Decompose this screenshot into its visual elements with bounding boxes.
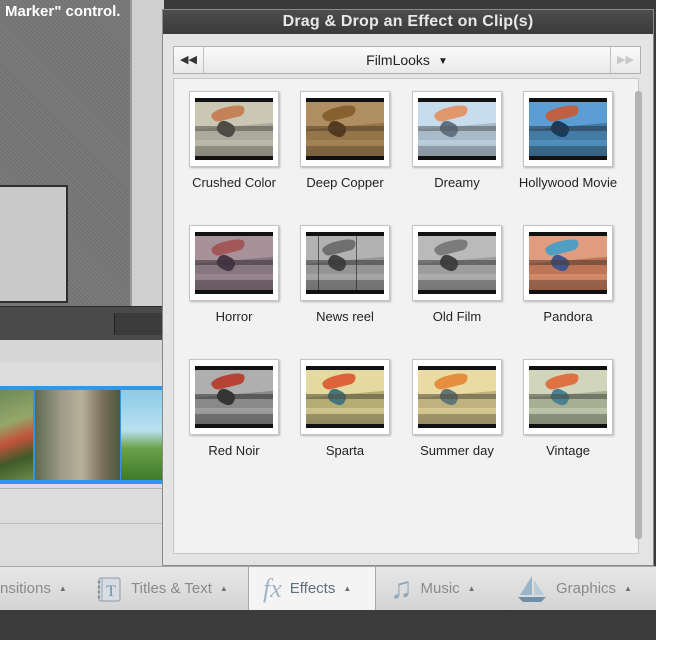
tab-effects-label: Effects [289, 580, 336, 597]
timeline-empty-track [0, 488, 164, 566]
tab-music-label: Music [420, 580, 460, 597]
timeline-track [0, 362, 164, 488]
hang-glider-preview [195, 366, 273, 428]
clip-frame [0, 390, 33, 480]
effect-thumbnail[interactable] [189, 225, 279, 301]
app-window: Marker" control. Drag & Drop an Effect o… [0, 0, 656, 640]
effect-tile[interactable]: Red Noir [178, 359, 290, 458]
tab-titles-text[interactable]: T Titles & Text ▲ [95, 567, 228, 611]
effect-thumbnail[interactable] [412, 225, 502, 301]
hang-glider-preview [306, 98, 384, 160]
clip-frame [121, 390, 164, 480]
effects-panel: Drag & Drop an Effect on Clip(s) ◀◀ Film… [162, 9, 654, 566]
svg-text:T: T [106, 583, 116, 600]
vertical-scrollbar[interactable] [635, 91, 642, 539]
nav-forward-button[interactable]: ▶▶ [610, 47, 640, 73]
category-label: FilmLooks [366, 52, 430, 68]
effect-label: Crushed Color [192, 175, 276, 190]
effect-tile[interactable]: Horror [178, 225, 290, 324]
bottom-tab-bar: nsitions ▲ T Titles & Text ▲ fx Effects ▲ ♫ M… [0, 566, 656, 611]
effect-tile[interactable]: Old Film [401, 225, 513, 324]
double-left-arrow-icon: ◀◀ [180, 54, 197, 66]
sailboat-icon [516, 574, 548, 604]
nav-back-button[interactable]: ◀◀ [174, 47, 204, 73]
tab-transitions[interactable]: nsitions ▲ [0, 567, 67, 611]
effect-thumbnail[interactable] [300, 91, 390, 167]
caret-down-icon: ▼ [437, 56, 448, 67]
fx-icon: fx [263, 574, 282, 604]
effect-tile[interactable]: Pandora [512, 225, 624, 324]
hang-glider-preview [306, 232, 384, 294]
effect-thumbnail[interactable] [523, 359, 613, 435]
monitor-panel: Marker" control. [0, 0, 132, 306]
clip-frame [35, 390, 120, 480]
effect-tile[interactable]: Dreamy [401, 91, 513, 190]
hang-glider-preview [306, 366, 384, 428]
caret-up-icon: ▲ [624, 584, 632, 593]
effect-label: Pandora [543, 309, 593, 324]
tab-transitions-label: nsitions [0, 580, 51, 597]
tab-graphics[interactable]: Graphics ▲ [516, 567, 632, 611]
timeline-clip[interactable] [0, 386, 164, 484]
effect-thumbnail[interactable] [412, 91, 502, 167]
panel-title: Drag & Drop an Effect on Clip(s) [163, 10, 653, 34]
tab-music[interactable]: ♫ Music ▲ [390, 567, 476, 611]
timeline-ruler [0, 340, 164, 362]
hang-glider-preview [418, 232, 496, 294]
effect-tile[interactable]: Crushed Color [178, 91, 290, 190]
hang-glider-preview [418, 366, 496, 428]
category-nav-bar: ◀◀ FilmLooks ▼ ▶▶ [173, 46, 641, 74]
effect-thumbnail[interactable] [523, 225, 613, 301]
effect-thumbnail[interactable] [412, 359, 502, 435]
tab-effects[interactable]: fx Effects ▲ [248, 567, 376, 611]
monitor-caption: Marker" control. [5, 3, 121, 20]
effect-thumbnail[interactable] [523, 91, 613, 167]
effect-tile[interactable]: Hollywood Movie [512, 91, 624, 190]
hang-glider-preview [529, 366, 607, 428]
music-note-icon: ♫ [390, 572, 413, 606]
timeline-header [0, 306, 164, 340]
caret-up-icon: ▲ [219, 584, 228, 593]
hang-glider-preview [195, 98, 273, 160]
effect-label: Old Film [432, 309, 482, 324]
effect-tile[interactable]: Sparta [289, 359, 401, 458]
effect-label: Deep Copper [306, 175, 384, 190]
notepad-t-icon: T [95, 575, 123, 603]
preview-frame [0, 185, 68, 303]
effect-thumbnail[interactable] [189, 91, 279, 167]
hang-glider-preview [418, 98, 496, 160]
effect-tile[interactable]: Deep Copper [289, 91, 401, 190]
effect-tile[interactable]: Vintage [512, 359, 624, 458]
status-bar [0, 610, 656, 640]
double-right-arrow-icon: ▶▶ [617, 54, 634, 66]
effect-thumbnail[interactable] [300, 359, 390, 435]
timeline-header-segment [114, 313, 162, 335]
hang-glider-preview [195, 232, 273, 294]
effects-grid: Crushed Color Deep Copper Dreamy Hollywood … [173, 78, 642, 554]
effect-label: Horror [215, 309, 253, 324]
panel-gutter [130, 0, 164, 306]
effect-label: Red Noir [208, 443, 260, 458]
effect-label: Sparta [325, 443, 365, 458]
effect-label: Vintage [546, 443, 590, 458]
tab-titles-label: Titles & Text [131, 580, 212, 597]
hang-glider-preview [529, 232, 607, 294]
effect-tile[interactable]: Summer day [401, 359, 513, 458]
category-dropdown[interactable]: FilmLooks ▼ [204, 47, 610, 73]
effect-thumbnail[interactable] [300, 225, 390, 301]
effect-label: News reel [316, 309, 374, 324]
scrollbar-thumb[interactable] [635, 91, 642, 539]
caret-up-icon: ▲ [467, 584, 476, 593]
effect-thumbnail[interactable] [189, 359, 279, 435]
caret-up-icon: ▲ [58, 584, 67, 593]
hang-glider-preview [529, 98, 607, 160]
effect-label: Dreamy [434, 175, 480, 190]
tab-graphics-label: Graphics [556, 580, 617, 597]
track-divider [0, 523, 164, 524]
effect-label: Summer day [420, 443, 494, 458]
caret-up-icon: ▲ [343, 584, 352, 593]
effect-tile[interactable]: News reel [289, 225, 401, 324]
effect-label: Hollywood Movie [518, 175, 618, 190]
